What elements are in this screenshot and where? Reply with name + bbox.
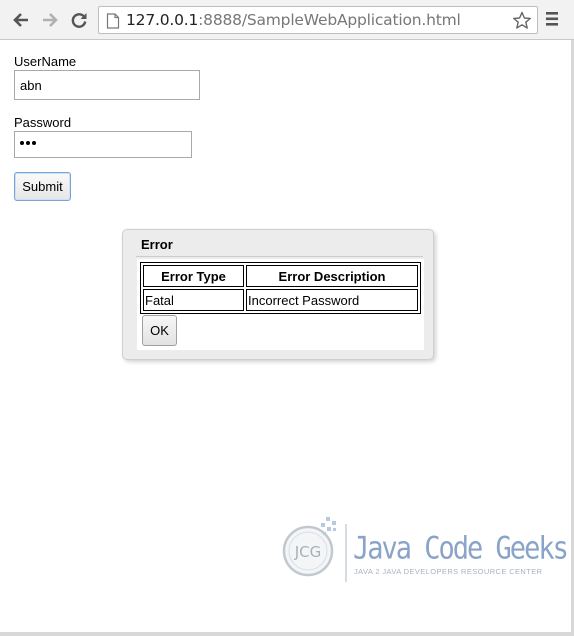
forward-icon — [43, 13, 58, 27]
password-mask — [20, 141, 36, 145]
address-bar[interactable]: 127.0.0.1:8888/SampleWebApplication.html — [98, 6, 538, 34]
menu-icon[interactable] — [544, 10, 560, 28]
error-table: Error Type Error Description Fatal Incor… — [140, 262, 421, 314]
table-row: Fatal Incorrect Password — [143, 289, 418, 311]
dialog-title: Error — [141, 237, 173, 252]
url-path: :8888/SampleWebApplication.html — [198, 11, 461, 29]
cell-error-description: Incorrect Password — [246, 289, 418, 311]
jcg-logo-text: JCG — [294, 543, 322, 561]
watermark-title: Java Code Geeks — [353, 531, 569, 567]
url-host: 127.0.0.1 — [126, 11, 199, 29]
submit-button[interactable]: Submit — [14, 172, 71, 201]
star-icon[interactable] — [512, 11, 532, 30]
back-icon — [13, 13, 28, 27]
watermark-subtitle: JAVA 2 JAVA DEVELOPERS RESOURCE CENTER — [354, 567, 543, 576]
error-dialog: Error Error Type Error Description Fatal… — [122, 229, 434, 360]
reload-icon — [71, 13, 87, 28]
url-text: 127.0.0.1:8888/SampleWebApplication.html — [126, 11, 461, 29]
ok-button[interactable]: OK — [142, 315, 177, 346]
page-icon — [106, 13, 120, 29]
username-label: UserName — [14, 54, 77, 69]
cell-error-type: Fatal — [143, 289, 244, 311]
dialog-body: Error Type Error Description Fatal Incor… — [137, 259, 424, 350]
password-label: Password — [14, 115, 72, 130]
window-frame-bottom — [0, 632, 574, 636]
password-input[interactable] — [14, 131, 192, 158]
column-header-error-type: Error Type — [143, 265, 244, 287]
table-header-row: Error Type Error Description — [143, 265, 418, 287]
reload-button[interactable] — [67, 8, 91, 32]
column-header-error-description: Error Description — [246, 265, 418, 287]
back-button[interactable] — [9, 8, 33, 32]
username-input[interactable] — [14, 70, 200, 100]
dialog-divider — [136, 256, 423, 257]
forward-button[interactable] — [38, 8, 62, 32]
browser-toolbar: 127.0.0.1:8888/SampleWebApplication.html — [0, 0, 574, 40]
jcg-logo-icon: JCG — [282, 517, 347, 582]
